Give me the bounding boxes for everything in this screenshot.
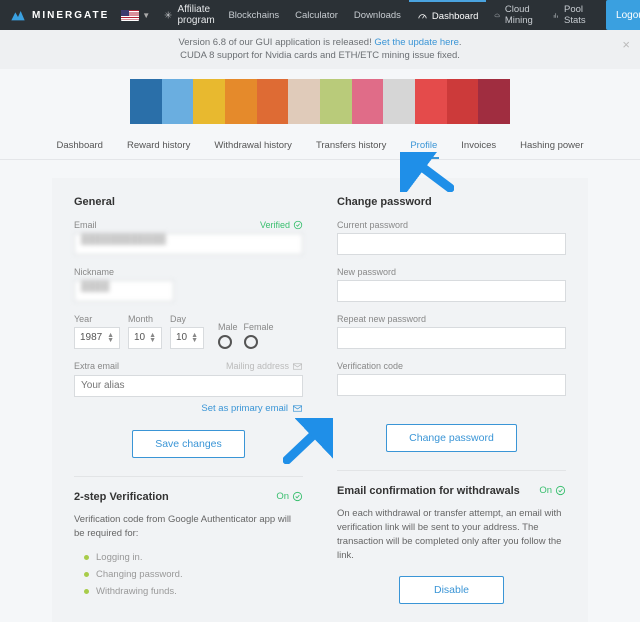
update-link[interactable]: Get the update here [374, 37, 459, 48]
day-select[interactable]: 10▲▼ [170, 327, 204, 349]
day-label: Day [170, 314, 204, 324]
language-selector[interactable]: ▼ [121, 10, 150, 21]
gauge-icon [417, 11, 428, 22]
list-item: Logging in. [84, 549, 303, 566]
verification-code-field[interactable] [337, 374, 566, 396]
tab-dashboard[interactable]: Dashboard [54, 134, 104, 159]
save-changes-button[interactable]: Save changes [132, 430, 245, 458]
annotation-arrow [400, 152, 454, 192]
general-heading: General [74, 196, 303, 208]
email-conf-status: On [539, 485, 566, 496]
close-icon[interactable]: × [622, 36, 630, 54]
new-password-field[interactable] [337, 280, 566, 302]
nickname-label: Nickname [74, 267, 114, 277]
nav-pool-stats[interactable]: Pool Stats [545, 0, 598, 30]
nav-calculator[interactable]: Calculator [287, 0, 346, 30]
nav-downloads[interactable]: Downloads [346, 0, 409, 30]
affiliate-link[interactable]: Affiliate program [164, 4, 220, 26]
current-password-field[interactable] [337, 233, 566, 255]
logout-button[interactable]: Logout [606, 0, 640, 30]
logo-icon [10, 7, 26, 23]
list-item: Changing password. [84, 566, 303, 583]
twostep-desc: Verification code from Google Authentica… [74, 513, 303, 542]
us-flag-icon [121, 10, 139, 21]
nav-dashboard[interactable]: Dashboard [409, 0, 486, 30]
spinner-icon: ▲▼ [107, 333, 114, 343]
envelope-icon [292, 361, 303, 372]
spinner-icon: ▲▼ [149, 333, 156, 343]
email-conf-desc: On each withdrawal or transfer attempt, … [337, 507, 566, 564]
promo-banner[interactable] [130, 79, 510, 124]
twostep-requirements: Logging in. Changing password. Withdrawi… [84, 549, 303, 600]
repeat-password-field[interactable] [337, 327, 566, 349]
release-notice: Version 6.8 of our GUI application is re… [0, 30, 640, 69]
year-label: Year [74, 314, 120, 324]
cloud-icon [494, 10, 500, 21]
female-label: Female [244, 322, 274, 332]
profile-subtabs: Dashboard Reward history Withdrawal hist… [0, 130, 640, 160]
repeat-password-label: Repeat new password [337, 314, 426, 324]
change-password-button[interactable]: Change password [386, 424, 517, 452]
tab-hashing-power[interactable]: Hashing power [518, 134, 585, 159]
female-radio[interactable] [244, 335, 258, 349]
month-label: Month [128, 314, 162, 324]
nav-cloud-mining[interactable]: Cloud Mining [486, 0, 545, 30]
mailing-address-hint: Mailing address [226, 361, 303, 372]
check-circle-icon [293, 220, 303, 230]
list-item: Withdrawing funds. [84, 583, 303, 600]
email-field[interactable]: ████████████ [74, 233, 303, 255]
brand-name: MINERGATE [32, 10, 109, 21]
annotation-arrow [283, 418, 333, 464]
caret-down-icon: ▼ [142, 11, 150, 20]
email-label: Email [74, 220, 97, 230]
nav-blockchains[interactable]: Blockchains [220, 0, 287, 30]
brand-logo[interactable]: MINERGATE [10, 7, 109, 23]
tab-withdrawal-history[interactable]: Withdrawal history [212, 134, 294, 159]
twostep-status: On [276, 491, 303, 502]
new-password-label: New password [337, 267, 396, 277]
email-conf-heading: Email confirmation for withdrawals [337, 485, 520, 497]
tab-transfers-history[interactable]: Transfers history [314, 134, 388, 159]
stats-icon [553, 10, 560, 21]
envelope-icon [292, 403, 303, 414]
change-password-heading: Change password [337, 196, 566, 208]
nickname-field[interactable]: ████ [74, 280, 174, 302]
set-primary-link[interactable]: Set as primary email [74, 403, 303, 414]
check-circle-icon [292, 491, 303, 502]
extra-email-label: Extra email [74, 361, 119, 371]
twostep-heading: 2-step Verification [74, 491, 169, 503]
current-password-label: Current password [337, 220, 408, 230]
snowflake-icon [164, 8, 172, 22]
month-select[interactable]: 10▲▼ [128, 327, 162, 349]
male-radio[interactable] [218, 335, 232, 349]
male-label: Male [218, 322, 238, 332]
check-circle-icon [555, 485, 566, 496]
spinner-icon: ▲▼ [191, 333, 198, 343]
tab-reward-history[interactable]: Reward history [125, 134, 192, 159]
extra-email-field[interactable] [74, 375, 303, 397]
verified-badge: Verified [260, 220, 303, 230]
disable-button[interactable]: Disable [399, 576, 504, 604]
verification-code-label: Verification code [337, 361, 403, 371]
year-select[interactable]: 1987▲▼ [74, 327, 120, 349]
affiliate-label: Affiliate program [177, 4, 220, 26]
tab-invoices[interactable]: Invoices [459, 134, 498, 159]
